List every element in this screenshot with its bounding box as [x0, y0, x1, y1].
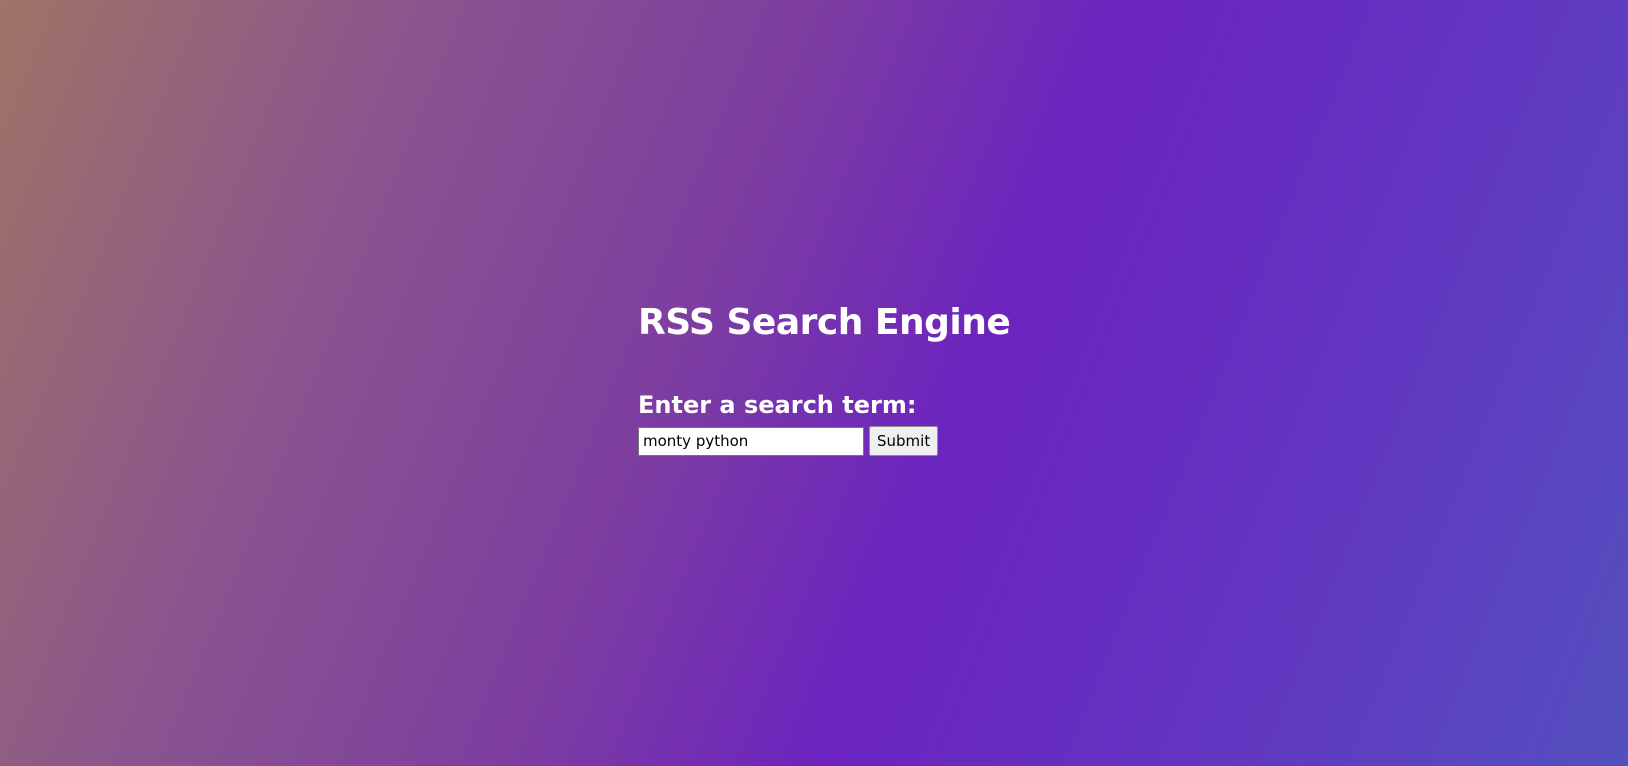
page-body: { "page": { "title": "RSS Search Engine"…: [0, 0, 1628, 766]
search-form: Enter a search term: Submit: [638, 390, 1058, 456]
search-row: Submit: [638, 426, 1058, 456]
search-input[interactable]: [638, 426, 864, 456]
search-label: Enter a search term:: [638, 391, 917, 419]
page-title: RSS Search Engine: [638, 302, 1011, 343]
submit-button[interactable]: Submit: [869, 426, 939, 456]
main-container: RSS Search Engine Enter a search term: S…: [638, 296, 1058, 456]
